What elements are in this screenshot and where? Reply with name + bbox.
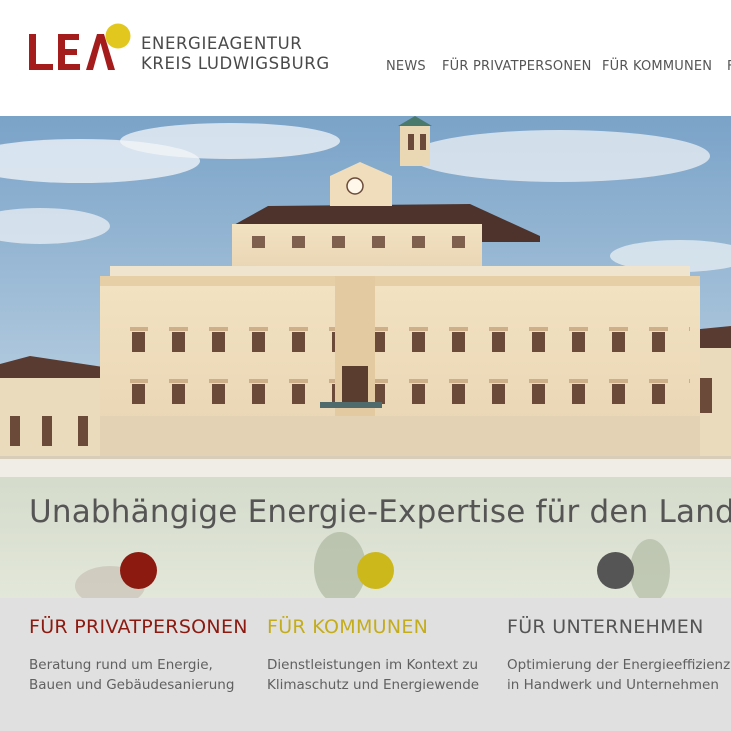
- section-desc-line: Optimierung der Energieeffizienz: [507, 657, 731, 673]
- nav-item-more[interactable]: F: [727, 59, 731, 74]
- section-desc-line: Klimaschutz und Energiewende: [267, 677, 480, 693]
- nav-item-news[interactable]: NEWS: [386, 59, 426, 74]
- section-kommunen: FÜR KOMMUNEN Dienstleistungen im Kontext…: [267, 616, 479, 695]
- section-desc-line: Bauen und Gebäudesanierung: [29, 677, 235, 693]
- lea-logo-mark: [29, 23, 131, 70]
- section-title-unternehmen[interactable]: FÜR UNTERNEHMEN: [507, 616, 730, 638]
- hero-banner: Unabhängige Energie-Expertise für den La…: [0, 116, 731, 598]
- nav-item-privatpersonen[interactable]: FÜR PRIVATPERSONEN: [442, 59, 592, 74]
- lea-logo[interactable]: [27, 22, 137, 74]
- kommunen-dot[interactable]: [357, 552, 394, 589]
- section-unternehmen: FÜR UNTERNEHMEN Optimierung der Energiee…: [507, 616, 730, 695]
- audience-sections: FÜR PRIVATPERSONEN Beratung rund um Ener…: [0, 598, 731, 731]
- section-desc-line: Dienstleistungen im Kontext zu: [267, 657, 479, 673]
- section-title-kommunen[interactable]: FÜR KOMMUNEN: [267, 616, 479, 638]
- section-privatpersonen: FÜR PRIVATPERSONEN Beratung rund um Ener…: [29, 616, 248, 695]
- org-name: ENERGIEAGENTUR KREIS LUDWIGSBURG: [141, 34, 330, 74]
- section-title-privatpersonen[interactable]: FÜR PRIVATPERSONEN: [29, 616, 248, 638]
- site-header: ENERGIEAGENTUR KREIS LUDWIGSBURG NEWS FÜ…: [0, 0, 731, 116]
- hero-tagline: Unabhängige Energie-Expertise für den La…: [29, 494, 731, 530]
- privatpersonen-dot[interactable]: [120, 552, 157, 589]
- unternehmen-dot[interactable]: [597, 552, 634, 589]
- section-desc-line: in Handwerk und Unternehmen: [507, 677, 719, 693]
- section-desc-line: Beratung rund um Energie,: [29, 657, 213, 673]
- nav-item-kommunen[interactable]: FÜR KOMMUNEN: [602, 59, 712, 74]
- org-name-line1: ENERGIEAGENTUR: [141, 34, 303, 53]
- section-desc-privatpersonen: Beratung rund um Energie, Bauen und Gebä…: [29, 655, 248, 695]
- org-name-line2: KREIS LUDWIGSBURG: [141, 54, 330, 73]
- section-desc-kommunen: Dienstleistungen im Kontext zu Klimaschu…: [267, 655, 479, 695]
- section-desc-unternehmen: Optimierung der Energieeffizienz in Hand…: [507, 655, 730, 695]
